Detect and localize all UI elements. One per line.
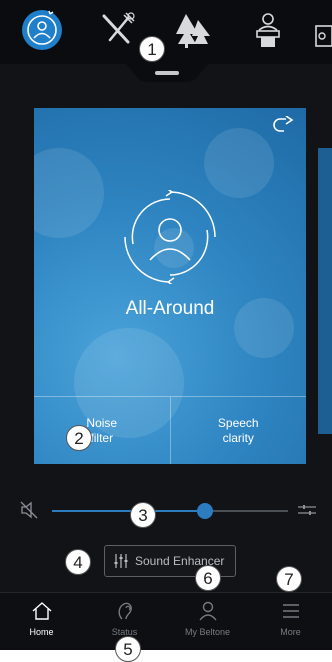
nav-more-label: More xyxy=(280,627,301,637)
noise-filter-label-line1: Noise xyxy=(86,415,118,430)
program-selector xyxy=(0,0,332,64)
home-icon xyxy=(32,602,51,620)
app-screen: All-Around Noise filter Speech clarity S… xyxy=(0,0,332,650)
callout-5: 5 xyxy=(115,636,141,662)
callout-7: 7 xyxy=(276,566,302,592)
nav-home[interactable]: Home xyxy=(0,593,83,650)
extra-program-icon[interactable] xyxy=(312,6,332,54)
volume-slider[interactable] xyxy=(52,503,288,519)
outdoor-program-icon[interactable] xyxy=(168,6,216,54)
program-title: All-Around xyxy=(125,298,215,319)
person-cycle-icon xyxy=(124,190,216,284)
drawer-handle[interactable] xyxy=(155,71,179,75)
all-around-program-icon[interactable] xyxy=(18,6,66,54)
callout-1: 1 xyxy=(139,36,165,62)
speaker-program-icon[interactable] xyxy=(244,6,292,54)
volume-fill xyxy=(52,510,206,512)
restaurant-program-icon[interactable] xyxy=(94,6,142,54)
program-card[interactable]: All-Around Noise filter Speech clarity xyxy=(34,108,306,464)
sliders-icon xyxy=(114,554,128,568)
next-program-card[interactable] xyxy=(318,148,332,434)
nav-more[interactable]: More xyxy=(249,593,332,650)
callout-2: 2 xyxy=(66,425,92,451)
menu-icon xyxy=(282,604,299,618)
callout-3: 3 xyxy=(130,502,156,528)
equalizer-icon[interactable] xyxy=(298,504,316,516)
nav-my-beltone[interactable]: My Beltone xyxy=(166,593,249,650)
callout-4: 4 xyxy=(65,549,91,575)
user-icon xyxy=(198,601,217,621)
volume-thumb[interactable] xyxy=(197,503,214,519)
share-icon[interactable] xyxy=(272,116,296,136)
callout-6: 6 xyxy=(195,565,221,591)
speech-clarity-label-line2: clarity xyxy=(222,430,254,445)
bottom-nav: Home Status My Beltone More xyxy=(0,592,332,650)
noise-filter-button[interactable]: Noise filter xyxy=(34,397,170,464)
speaker-muted-icon[interactable] xyxy=(20,501,38,519)
speech-clarity-label-line1: Speech xyxy=(217,415,259,430)
nav-my-beltone-label: My Beltone xyxy=(184,627,231,637)
nav-home-label: Home xyxy=(29,627,54,637)
speech-clarity-button[interactable]: Speech clarity xyxy=(169,397,307,464)
hearing-aid-icon xyxy=(118,602,132,620)
